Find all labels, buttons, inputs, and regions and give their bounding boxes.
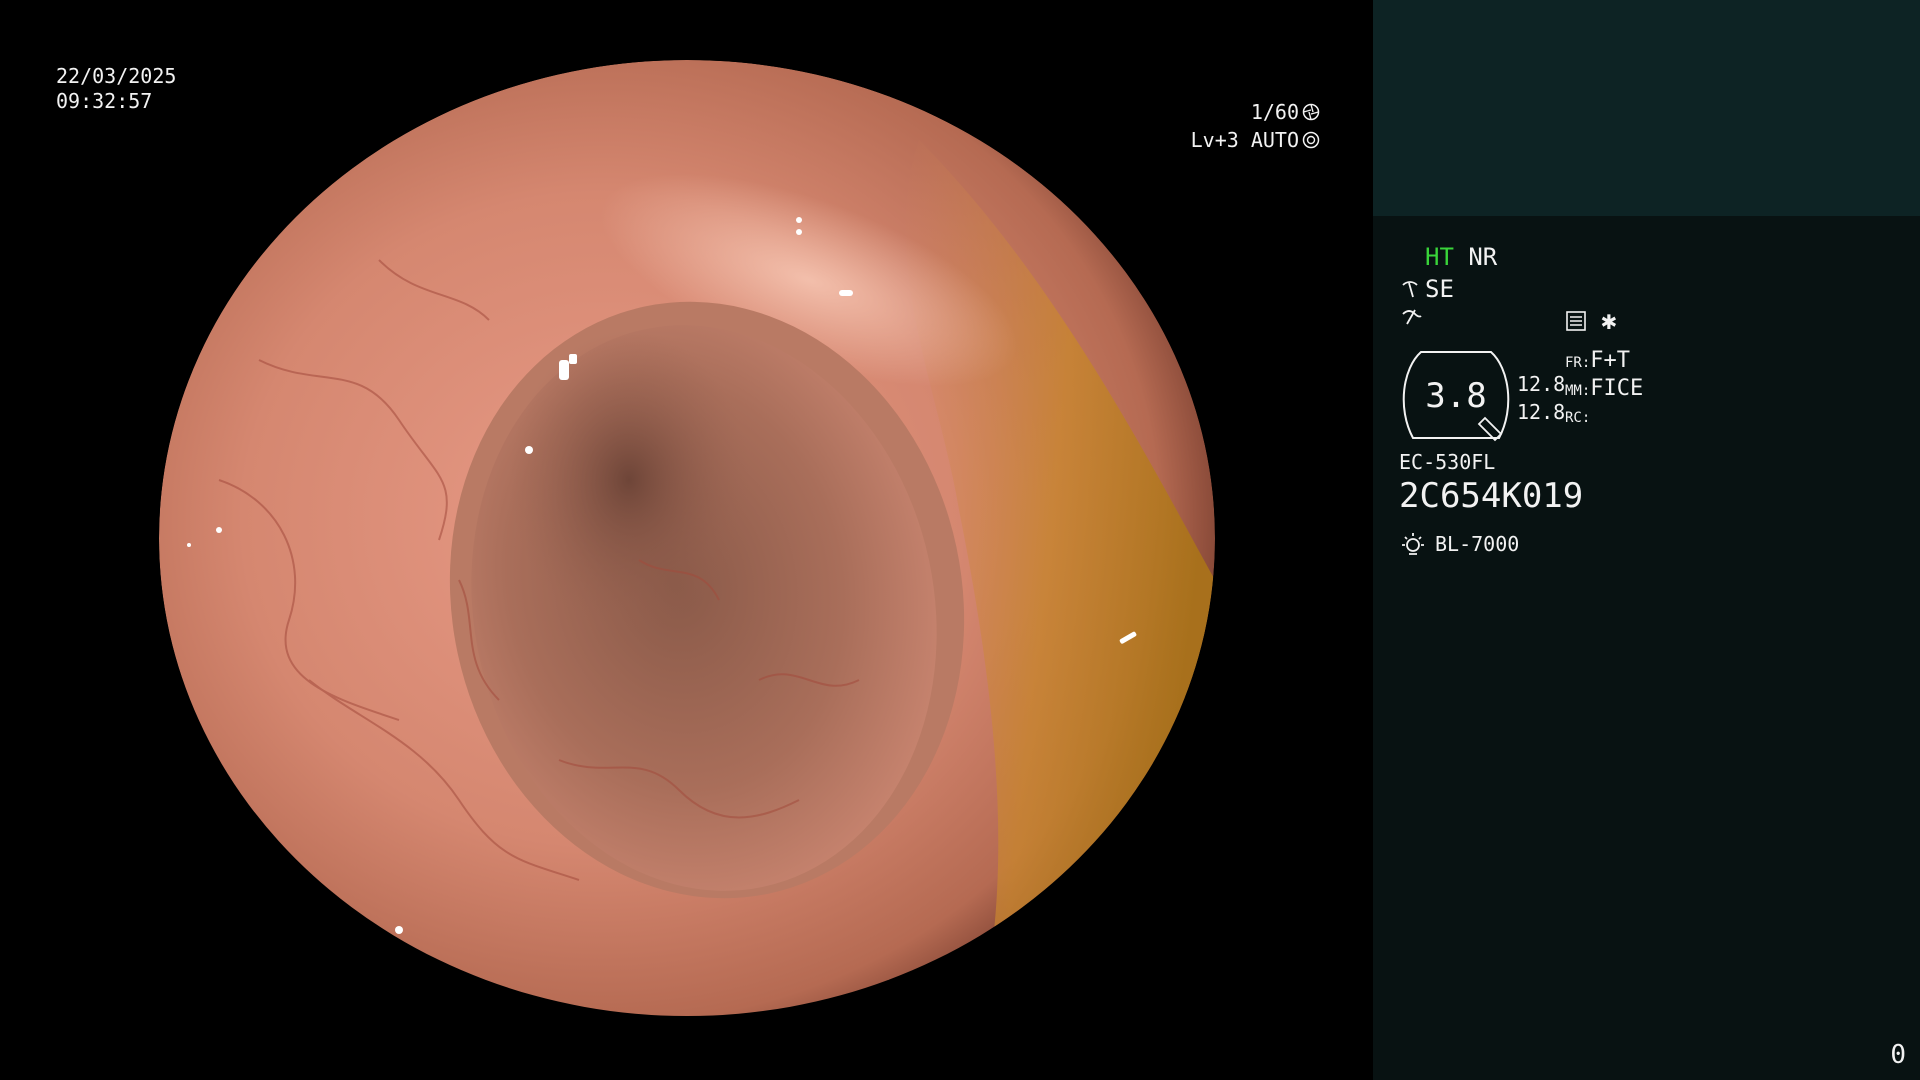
- se-row: SE: [1401, 275, 1454, 303]
- rc-label: RC:: [1565, 410, 1591, 426]
- light-bulb-icon: [1402, 533, 1424, 555]
- mode-row: HT NR: [1425, 243, 1497, 271]
- status-icons: ✱: [1565, 306, 1617, 336]
- fr-value: F+T: [1590, 348, 1631, 373]
- endoscope-image: [159, 60, 1215, 1017]
- iris-text: Lv+3 AUTO: [1190, 128, 1299, 152]
- video-area: 22/03/2025 09:32:57 1/60 Lv+3 AUTO: [0, 0, 1373, 1080]
- time-text: 09:32:57: [56, 89, 153, 113]
- fr-label: FR:: [1565, 355, 1591, 371]
- panel-top-area: [1373, 0, 1920, 216]
- asterisk-icon: ✱: [1601, 306, 1617, 336]
- fr-row: FR:F+T: [1565, 348, 1643, 376]
- light-source: BL-7000: [1399, 530, 1519, 558]
- enhance-icon: [1402, 281, 1418, 298]
- iris-row: Lv+3 AUTO: [1150, 126, 1320, 154]
- exposure-info: 1/60 Lv+3 AUTO: [1150, 98, 1320, 154]
- zoom-gauge: 3.8: [1399, 350, 1513, 442]
- scope-serial: 2C654K019: [1399, 476, 1584, 516]
- gamma-icon: [1402, 309, 1422, 325]
- color-row: [1401, 306, 1423, 334]
- scope-model: EC-530FL: [1399, 450, 1496, 474]
- mm-row: MM:FICE: [1565, 376, 1643, 404]
- gauge-value: 3.8: [1425, 376, 1487, 416]
- level-values: 12.8 12.8: [1517, 370, 1565, 426]
- endoscopy-screen: 22/03/2025 09:32:57 1/60 Lv+3 AUTO HT NR…: [0, 0, 1920, 1080]
- date-text: 22/03/2025: [56, 64, 177, 88]
- shutter-row: 1/60: [1150, 98, 1320, 126]
- level-top: 12.8: [1517, 372, 1566, 396]
- date-time: 22/03/2025 09:32:57: [56, 64, 176, 114]
- se-indicator: SE: [1425, 275, 1454, 303]
- level-bottom: 12.8: [1517, 400, 1566, 424]
- info-panel: HT NR SE ✱ 3.8 12.8 12.8 FR:F+T MM:FICE …: [1373, 0, 1920, 1080]
- nr-indicator: NR: [1468, 243, 1498, 271]
- frame-counter: 0: [1890, 1040, 1906, 1070]
- shutter-text: 1/60: [1250, 100, 1299, 124]
- iris-icon: [1302, 131, 1320, 149]
- rc-row: RC:: [1565, 404, 1643, 431]
- shutter-icon: [1302, 103, 1320, 121]
- ht-indicator: HT: [1425, 243, 1454, 271]
- mm-label: MM:: [1565, 383, 1591, 399]
- light-source-text: BL-7000: [1435, 532, 1520, 556]
- mode-labels: FR:F+T MM:FICE RC:: [1565, 348, 1643, 431]
- mm-value: FICE: [1590, 376, 1644, 401]
- record-settings-icon: [1566, 311, 1586, 331]
